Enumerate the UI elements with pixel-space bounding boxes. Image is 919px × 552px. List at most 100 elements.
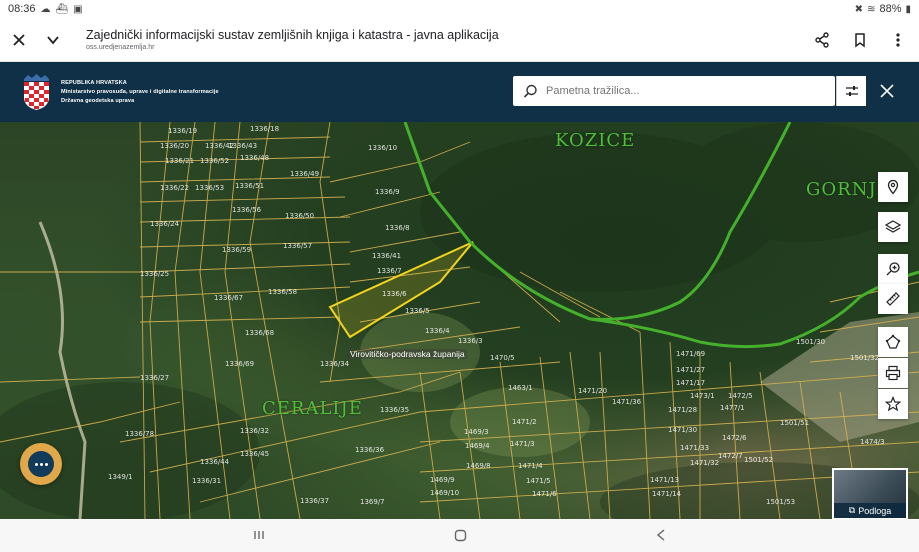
parcel-number-label[interactable]: 1501/32 [850,354,879,362]
parcel-number-label[interactable]: 1471/2 [512,418,537,426]
parcel-number-label[interactable]: 1336/53 [195,184,224,192]
parcel-number-label[interactable]: 1469/4 [465,442,490,450]
parcel-number-label[interactable]: 1501/30 [796,338,825,346]
parcel-number-label[interactable]: 1336/67 [214,294,243,302]
parcel-number-label[interactable]: 1336/44 [200,458,229,466]
croatian-coat-of-arms-icon[interactable] [23,73,50,111]
more-options-icon[interactable] [885,27,911,53]
parcel-number-label[interactable]: 1501/51 [780,419,809,427]
measure-tool-button[interactable] [878,284,908,314]
parcel-number-label[interactable]: 1336/4 [425,327,450,335]
basemap-switcher[interactable]: ⧉ Podloga [832,468,908,520]
parcel-number-label[interactable]: 1336/37 [300,497,329,505]
parcel-number-label[interactable]: 1471/69 [676,350,705,358]
parcel-number-label[interactable]: 1469/10 [430,489,459,497]
parcel-number-label[interactable]: 1477/1 [720,404,745,412]
parcel-number-label[interactable]: 1472/7 [718,452,743,460]
parcel-number-label[interactable]: 1336/58 [268,288,297,296]
parcel-number-label[interactable]: 1471/14 [652,490,681,498]
parcel-number-label[interactable]: 1336/68 [245,329,274,337]
parcel-number-label[interactable]: 1473/1 [690,392,715,400]
parcel-number-label[interactable]: 1472/5 [728,392,753,400]
parcel-number-label[interactable]: 1336/41 [372,252,401,260]
parcel-number-label[interactable]: 1471/17 [676,379,705,387]
parcel-number-label[interactable]: 1336/25 [140,270,169,278]
parcel-number-label[interactable]: 1336/3 [458,337,483,345]
parcel-number-label[interactable]: 1472/6 [722,434,747,442]
parcel-number-label[interactable]: 1471/33 [680,444,709,452]
search-filter-button[interactable] [836,76,866,106]
parcel-number-label[interactable]: 1471/20 [578,387,607,395]
parcel-number-label[interactable]: 1469/9 [430,476,455,484]
parcel-number-label[interactable]: 1469/8 [466,462,491,470]
parcel-number-label[interactable]: 1336/36 [355,446,384,454]
parcel-number-label[interactable]: 1336/48 [240,154,269,162]
parcel-number-label[interactable]: 1470/5 [490,354,515,362]
bookmark-icon[interactable] [847,27,873,53]
parcel-number-label[interactable]: 1336/9 [375,188,400,196]
favorites-tool-button[interactable] [878,389,908,419]
map-view[interactable]: KOZICE GORNJ CERALIJE Virovitičko-podrav… [0,122,919,519]
parcel-number-label[interactable]: 1336/10 [368,144,397,152]
parcel-number-label[interactable]: 1336/6 [382,290,407,298]
parcel-number-label[interactable]: 1501/52 [744,456,773,464]
chevron-down-icon[interactable] [40,27,66,53]
recent-apps-icon[interactable] [252,527,266,543]
parcel-number-label[interactable]: 1336/50 [285,212,314,220]
zoom-tool-button[interactable] [878,254,908,284]
parcel-number-label[interactable]: 1471/36 [612,398,641,406]
parcel-number-label[interactable]: 1336/69 [225,360,254,368]
parcel-number-label[interactable]: 1336/19 [168,127,197,135]
parcel-number-label[interactable]: 1471/32 [690,459,719,467]
parcel-number-label[interactable]: 1336/7 [377,267,402,275]
parcel-number-label[interactable]: 1336/8 [385,224,410,232]
parcel-number-label[interactable]: 1336/31 [192,477,221,485]
parcel-number-label[interactable]: 1471/13 [650,476,679,484]
share-icon[interactable] [809,27,835,53]
parcel-number-label[interactable]: 1336/22 [160,184,189,192]
layers-tool-button[interactable] [878,212,908,242]
area-tool-button[interactable] [878,327,908,357]
parcel-number-label[interactable]: 1336/35 [380,406,409,414]
search-input[interactable] [546,85,826,97]
parcel-number-label[interactable]: 1336/24 [150,220,179,228]
parcel-number-label[interactable]: 1336/78 [125,430,154,438]
location-tool-button[interactable] [878,172,908,202]
print-tool-button[interactable] [878,358,908,388]
parcel-number-label[interactable]: 1336/52 [200,157,229,165]
parcel-number-label[interactable]: 1471/3 [510,440,535,448]
chat-button[interactable] [20,443,62,485]
parcel-number-label[interactable]: 1336/20 [160,142,189,150]
basemap-label-bar: ⧉ Podloga [834,503,906,518]
home-icon[interactable] [453,527,467,543]
parcel-number-label[interactable]: 1349/1 [108,473,133,481]
close-tab-icon[interactable] [6,27,32,53]
parcel-number-label[interactable]: 1471/6 [532,490,557,498]
parcel-number-label[interactable]: 1471/5 [526,477,551,485]
parcel-number-label[interactable]: 1469/3 [464,428,489,436]
parcel-number-label[interactable]: 1336/56 [232,206,261,214]
parcel-number-label[interactable]: 1336/21 [165,157,194,165]
parcel-number-label[interactable]: 1336/5 [405,307,430,315]
parcel-number-label[interactable]: 1336/18 [250,125,279,133]
parcel-number-label[interactable]: 1471/27 [676,366,705,374]
parcel-number-label[interactable]: 1501/53 [766,498,795,506]
parcel-number-label[interactable]: 1369/7 [360,498,385,506]
parcel-number-label[interactable]: 1336/34 [320,360,349,368]
parcel-number-label[interactable]: 1336/43 [228,142,257,150]
parcel-number-label[interactable]: 1336/45 [240,450,269,458]
parcel-number-label[interactable]: 1336/49 [290,170,319,178]
parcel-number-label[interactable]: 1471/30 [668,426,697,434]
parcel-number-label[interactable]: 1474/3 [860,438,885,446]
back-icon[interactable] [654,527,668,543]
parcel-number-label[interactable]: 1471/28 [668,406,697,414]
parcel-number-label[interactable]: 1336/51 [235,182,264,190]
parcel-number-label[interactable]: 1336/57 [283,242,312,250]
close-search-button[interactable] [874,78,900,104]
parcel-number-label[interactable]: 1336/32 [240,427,269,435]
smart-search-box[interactable] [513,76,835,106]
parcel-number-label[interactable]: 1463/1 [508,384,533,392]
parcel-number-label[interactable]: 1471/4 [518,462,543,470]
parcel-number-label[interactable]: 1336/59 [222,246,251,254]
parcel-number-label[interactable]: 1336/27 [140,374,169,382]
